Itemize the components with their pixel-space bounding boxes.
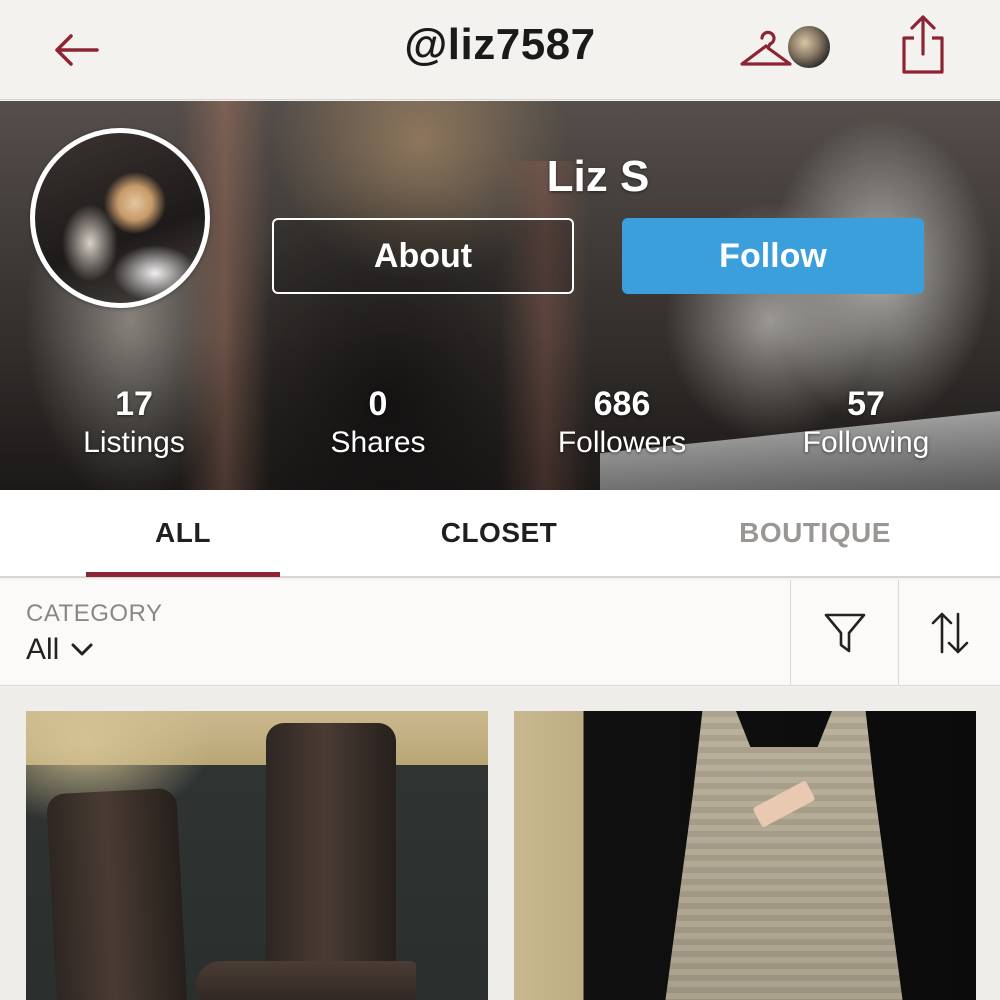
listing-image (26, 711, 488, 1000)
top-nav-bar: @liz7587 (0, 0, 1000, 100)
tab-closet[interactable]: CLOSET (400, 490, 598, 576)
filter-button[interactable] (790, 580, 898, 686)
tab-boutique[interactable]: BOUTIQUE (720, 490, 910, 576)
share-button[interactable] (898, 14, 948, 76)
filter-bar: CATEGORY All (0, 580, 1000, 686)
filter-funnel-icon (824, 613, 865, 653)
page-title: @liz7587 (404, 20, 596, 69)
stat-followers[interactable]: 686 Followers (500, 384, 744, 462)
stat-value: 17 (115, 385, 153, 423)
stat-label: Following (802, 426, 930, 459)
stat-value: 686 (593, 385, 651, 423)
category-label: CATEGORY (26, 600, 163, 627)
sort-arrows-icon (931, 612, 968, 654)
stat-listings[interactable]: 17 Listings (12, 384, 256, 462)
sort-button[interactable] (898, 580, 1000, 686)
listing-image (514, 711, 976, 1000)
profile-name: Liz S (546, 152, 650, 201)
arrow-left-icon (55, 34, 99, 66)
chevron-down-icon (71, 643, 93, 656)
stat-label: Shares (330, 426, 426, 459)
stat-following[interactable]: 57 Following (744, 384, 988, 462)
listing-card[interactable] (26, 711, 488, 1000)
listing-card[interactable] (514, 711, 976, 1000)
about-button[interactable]: About (272, 218, 574, 294)
category-value: All (26, 633, 60, 666)
profile-avatar[interactable] (30, 128, 210, 308)
stat-value: 0 (368, 385, 388, 423)
back-button[interactable] (48, 22, 104, 78)
user-avatar-small[interactable] (786, 24, 832, 70)
stat-label: Listings (83, 426, 185, 459)
stat-label: Followers (557, 426, 687, 459)
closet-tabs: ALL CLOSET BOUTIQUE (0, 490, 1000, 578)
category-dropdown[interactable]: All (26, 632, 93, 668)
tab-all[interactable]: ALL (86, 490, 280, 576)
follow-button[interactable]: Follow (622, 218, 924, 294)
share-icon (902, 15, 944, 74)
stat-shares[interactable]: 0 Shares (256, 384, 500, 462)
stat-value: 57 (847, 385, 885, 423)
active-tab-indicator (86, 572, 280, 577)
